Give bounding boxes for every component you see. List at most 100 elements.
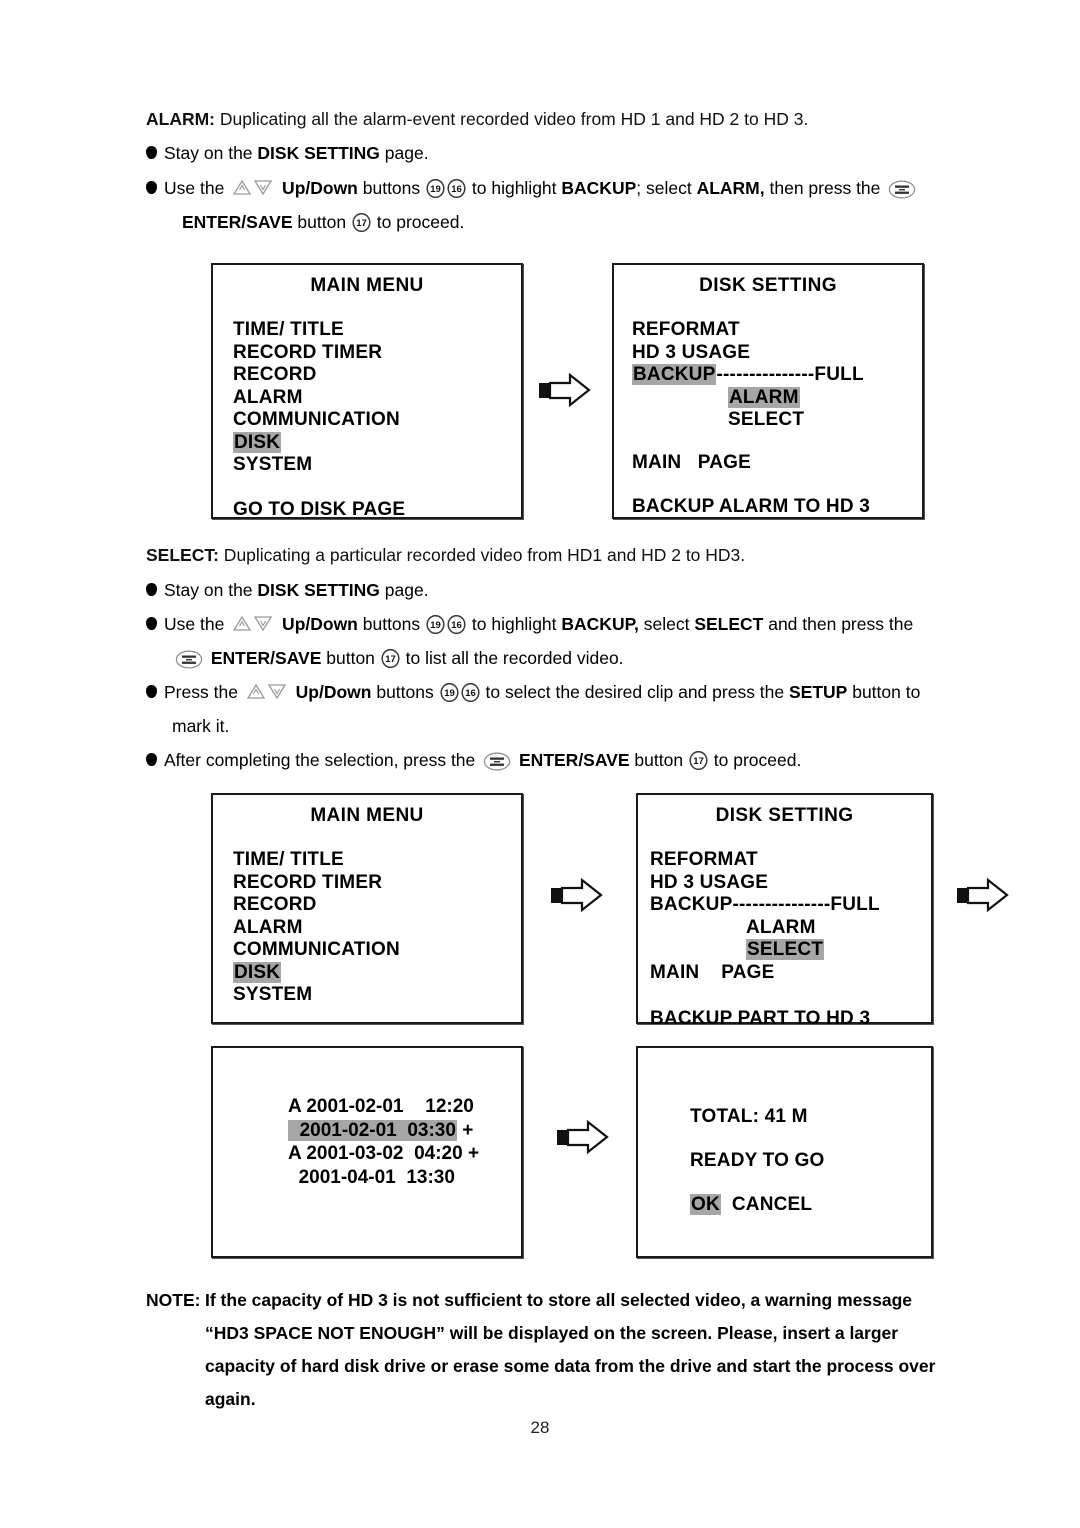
svg-text:16: 16	[465, 688, 476, 699]
svg-text:16: 16	[451, 620, 462, 631]
select-bullet-4-text: After completing the selection, press th…	[164, 750, 802, 771]
select-heading-label: SELECT:	[146, 545, 219, 565]
osd-item-time-title[interactable]: TIME/ TITLE	[233, 319, 521, 342]
osd-item-record-timer[interactable]: RECORD TIMER	[233, 342, 521, 365]
osd-spacer	[632, 432, 922, 452]
flow-arrow-right-icon	[555, 1117, 611, 1162]
osd-footer-backup-alarm: BACKUP ALARM TO HD 3	[632, 496, 870, 517]
osd-item-system[interactable]: SYSTEM	[233, 454, 521, 477]
flow-arrow-right-icon	[549, 875, 605, 920]
osd-item-system[interactable]: SYSTEM	[233, 984, 521, 1007]
osd-option-full[interactable]: FULL	[814, 364, 863, 385]
svg-text:19: 19	[444, 688, 455, 699]
osd-item-communication[interactable]: COMMUNICATION	[233, 939, 521, 962]
confirm-content: TOTAL: 41 M READY TO GO OK CANCEL	[690, 1095, 931, 1227]
clip-list-row[interactable]: A 2001-02-01 12:20	[288, 1095, 479, 1119]
select-bullet-1-text: Stay on the DISK SETTING page.	[164, 580, 429, 600]
osd-item-reformat[interactable]: REFORMAT	[650, 849, 931, 872]
osd-item-alarm[interactable]: ALARM	[233, 917, 521, 940]
note-line-4: again.	[205, 1389, 256, 1409]
osd-item-backup[interactable]: BACKUP---------------FULL	[650, 894, 931, 917]
osd-item-alarm[interactable]: ALARM	[233, 387, 521, 410]
osd-item-reformat[interactable]: REFORMAT	[632, 319, 922, 342]
select-bullet-2-text: Use the Up/Down buttons 19 16 to highligh…	[164, 614, 914, 635]
updown-triangles-icon	[246, 683, 287, 701]
osd-option-select[interactable]: SELECT	[728, 409, 922, 432]
osd-title: DISK SETTING	[715, 805, 854, 826]
badge-17-icon: 17	[352, 212, 371, 233]
alarm-bullet-2-continuation: ENTER/SAVE button 17 to proceed.	[182, 212, 465, 233]
bullet-dot-icon	[146, 685, 157, 698]
osd-title: DISK SETTING	[699, 275, 837, 296]
osd-item-disk[interactable]: DISK	[233, 431, 521, 455]
badge-16-icon: 16	[447, 614, 466, 635]
osd-footer-go-to-disk-page[interactable]: GO TO DISK PAGE	[233, 499, 521, 522]
note-line-1: If the capacity of HD 3 is not sufficien…	[205, 1290, 912, 1310]
alarm-section-heading: ALARM: Duplicating all the alarm-event r…	[146, 108, 808, 130]
select-bullet-1: Stay on the DISK SETTING page.	[146, 578, 429, 602]
osd-item-hd3-usage[interactable]: HD 3 USAGE	[650, 872, 931, 895]
osd-nav-main-page[interactable]: MAIN PAGE	[632, 452, 922, 475]
osd-confirm-dialog: TOTAL: 41 M READY TO GO OK CANCEL	[636, 1046, 933, 1258]
osd-item-record[interactable]: RECORD	[233, 894, 521, 917]
alarm-bullet-2-text: Use the Up/Down buttons 19 16 to highligh…	[164, 176, 919, 200]
bullet-dot-icon	[146, 617, 157, 630]
svg-text:17: 17	[385, 654, 396, 665]
osd-item-list: TIME/ TITLE RECORD TIMER RECORD ALARM CO…	[233, 319, 521, 521]
osd-spacer	[632, 474, 922, 496]
clip-list-row[interactable]: 2001-02-01 03:30 +	[288, 1119, 479, 1143]
confirm-buttons: OK CANCEL	[690, 1183, 931, 1227]
osd-item-record-timer[interactable]: RECORD TIMER	[233, 872, 521, 895]
cancel-button[interactable]: CANCEL	[732, 1194, 812, 1215]
osd-item-list: REFORMAT HD 3 USAGE BACKUP--------------…	[650, 849, 931, 1031]
osd-item-record[interactable]: RECORD	[233, 364, 521, 387]
alarm-heading-text: Duplicating all the alarm-event recorded…	[215, 109, 809, 129]
enter-save-button-icon	[175, 650, 203, 669]
ok-button[interactable]: OK	[690, 1194, 721, 1215]
enter-save-button-icon	[888, 180, 916, 199]
badge-16-icon: 16	[447, 178, 466, 199]
select-bullet-3-continuation: mark it.	[172, 716, 230, 736]
osd-item-list: REFORMAT HD 3 USAGE BACKUP--------------…	[632, 319, 922, 519]
clip-list-row[interactable]: A 2001-03-02 04:20 +	[288, 1142, 479, 1166]
osd-title: MAIN MENU	[310, 275, 424, 296]
select-section-heading: SELECT: Duplicating a particular recorde…	[146, 544, 745, 566]
badge-17-icon: 17	[381, 648, 400, 669]
bullet-dot-icon	[146, 181, 157, 194]
osd-item-hd3-usage[interactable]: HD 3 USAGE	[632, 342, 922, 365]
osd-item-disk[interactable]: DISK	[233, 961, 521, 985]
document-page: ALARM: Duplicating all the alarm-event r…	[0, 0, 1080, 1528]
note-label: NOTE:	[146, 1290, 201, 1310]
enter-save-button-icon	[483, 752, 511, 771]
select-bullet-3: Press the Up/Down buttons 19 16 to select…	[146, 680, 920, 704]
bullet-dot-icon	[146, 146, 157, 159]
osd-option-alarm[interactable]: ALARM	[746, 917, 931, 940]
osd-option-full[interactable]: FULL	[830, 894, 879, 915]
osd-option-select[interactable]: SELECT	[746, 939, 931, 962]
osd-item-time-title[interactable]: TIME/ TITLE	[233, 849, 521, 872]
flow-arrow-right-icon	[955, 875, 1011, 920]
svg-text:17: 17	[693, 756, 704, 767]
bullet-dot-icon	[146, 583, 157, 596]
osd-main-menu-2: MAIN MENU TIME/ TITLE RECORD TIMER RECOR…	[211, 793, 523, 1024]
select-bullet-2: Use the Up/Down buttons 19 16 to highligh…	[146, 612, 913, 636]
osd-nav-main-page[interactable]: MAIN PAGE	[650, 962, 931, 985]
svg-text:17: 17	[356, 218, 367, 229]
clip-list-row[interactable]: 2001-04-01 13:30	[288, 1166, 479, 1190]
updown-triangles-icon	[233, 179, 273, 197]
osd-item-backup[interactable]: BACKUP---------------FULL	[632, 364, 922, 387]
badge-19-icon: 19	[426, 614, 445, 635]
alarm-bullet-1: Stay on the DISK SETTING page.	[146, 141, 429, 165]
badge-16-icon: 16	[461, 682, 480, 703]
badge-19-icon: 19	[440, 682, 459, 703]
osd-item-communication[interactable]: COMMUNICATION	[233, 409, 521, 432]
osd-clip-list: A 2001-02-01 12:20 2001-02-01 03:30 + A …	[211, 1046, 523, 1258]
clip-list-rows: A 2001-02-01 12:20 2001-02-01 03:30 + A …	[288, 1095, 479, 1189]
flow-arrow-right-icon	[537, 370, 593, 415]
select-bullet-3-text: Press the Up/Down buttons 19 16 to select…	[164, 682, 921, 703]
alarm-heading-label: ALARM:	[146, 109, 216, 129]
osd-option-alarm[interactable]: ALARM	[728, 386, 922, 410]
confirm-status-label: READY TO GO	[690, 1150, 825, 1171]
note-line-3: capacity of hard disk drive or erase som…	[205, 1356, 936, 1376]
alarm-bullet-2: Use the Up/Down buttons 19 16 to highligh…	[146, 176, 919, 200]
